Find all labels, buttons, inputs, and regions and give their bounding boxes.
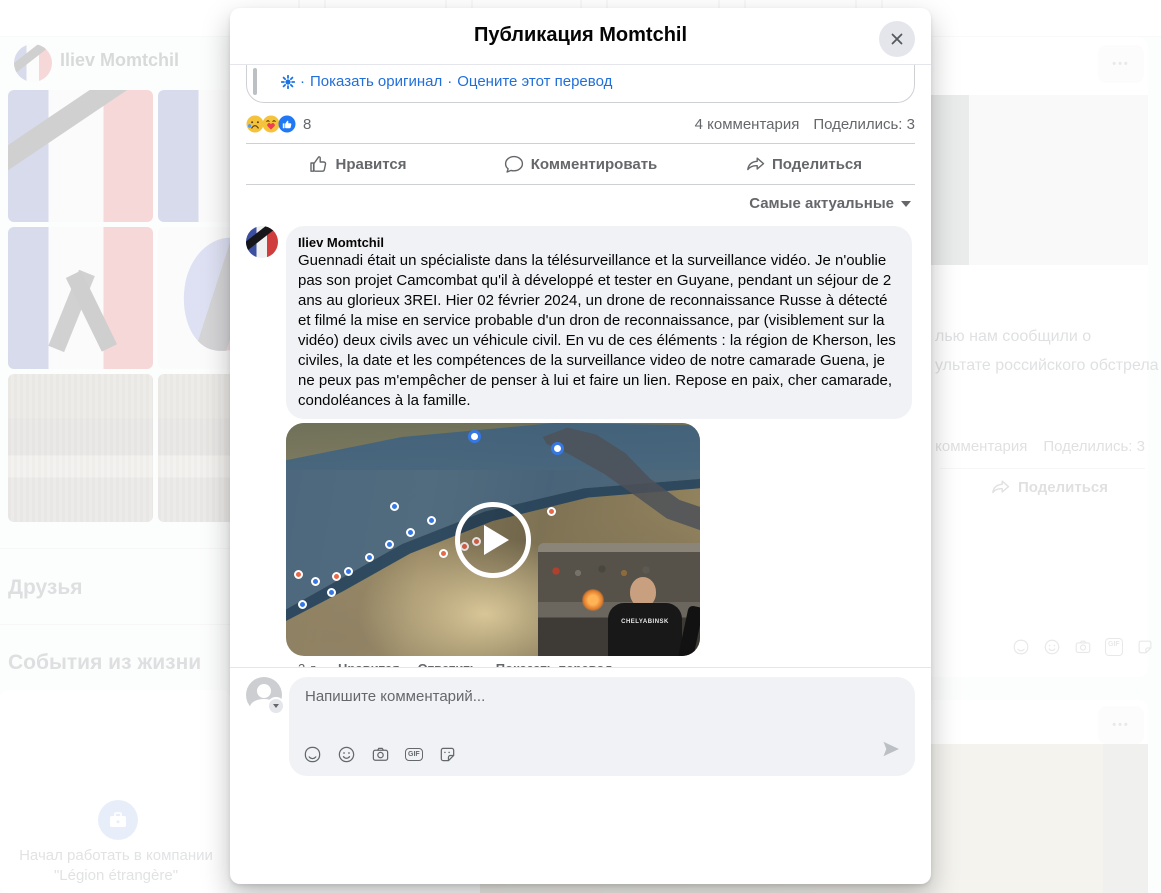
comment-item: Iliev Momtchil Guennadi était un spécial… <box>246 226 915 419</box>
comment-input-field[interactable]: GIF <box>289 677 915 776</box>
camera-button[interactable] <box>371 745 390 764</box>
play-icon <box>484 525 509 555</box>
rate-translation-link[interactable]: Оцените этот перевод <box>457 73 612 90</box>
emoji-button[interactable] <box>337 745 356 764</box>
comment-button[interactable]: Комментировать <box>469 144 692 184</box>
reaction-count[interactable]: 8 <box>303 116 311 133</box>
avatar-sticker-button[interactable] <box>303 745 322 764</box>
comment-bubble: Iliev Momtchil Guennadi était un spécial… <box>286 226 912 419</box>
post-content-bottom: · Показать оригинал · Оцените этот перев… <box>246 65 915 103</box>
comment-author[interactable]: Iliev Momtchil <box>298 234 900 251</box>
modal-title: Публикация Momtchil <box>230 24 931 47</box>
comment-icon <box>504 154 524 174</box>
webcam-overlay: CHELYABINSK <box>538 543 700 656</box>
modal-body: · Показать оригинал · Оцените этот перев… <box>230 65 931 776</box>
avatar[interactable] <box>246 226 278 258</box>
like-reaction-icon[interactable] <box>278 115 296 133</box>
close-button[interactable] <box>879 21 915 57</box>
shares-count[interactable]: Поделились: 3 <box>813 116 915 133</box>
close-icon <box>888 30 906 48</box>
comment-sort-dropdown[interactable]: Самые актуальные <box>230 185 931 218</box>
comment-composer: GIF <box>230 667 931 776</box>
shirt-text: CHELYABINSK <box>608 619 682 625</box>
share-icon <box>745 154 765 174</box>
modal-header: Публикация Momtchil <box>230 8 931 65</box>
translation-bar: · Показать оригинал · Оцените этот перев… <box>281 73 612 90</box>
scrollbar-thumb[interactable] <box>253 68 257 95</box>
send-comment-button[interactable] <box>881 739 901 764</box>
composer-icons: GIF <box>303 745 457 764</box>
chevron-down-icon <box>273 704 279 708</box>
comment-input[interactable] <box>303 687 785 706</box>
post-modal: Публикация Momtchil · Показать оригинал … <box>230 8 931 884</box>
comments-count[interactable]: 4 комментария <box>695 116 800 133</box>
show-original-link[interactable]: Показать оригинал <box>310 73 442 90</box>
send-icon <box>881 739 901 759</box>
gif-button[interactable]: GIF <box>405 748 423 761</box>
sticker-button[interactable] <box>438 745 457 764</box>
composer-avatar[interactable] <box>246 677 282 713</box>
reactions-row: 8 4 комментария Поделились: 3 <box>230 103 931 143</box>
like-button[interactable]: Нравится <box>246 144 469 184</box>
comment-text: Guennadi était un spécialiste dans la té… <box>298 251 900 411</box>
post-actions-row: Нравится Комментировать Поделиться <box>246 144 915 184</box>
switch-profile-chevron[interactable] <box>267 697 285 715</box>
play-button[interactable] <box>455 502 531 578</box>
like-icon <box>308 154 328 174</box>
translation-settings-icon[interactable] <box>281 75 295 89</box>
share-button[interactable]: Поделиться <box>692 144 915 184</box>
comment-video-attachment[interactable]: CHELYABINSK <box>286 423 700 656</box>
chevron-down-icon <box>901 201 911 207</box>
